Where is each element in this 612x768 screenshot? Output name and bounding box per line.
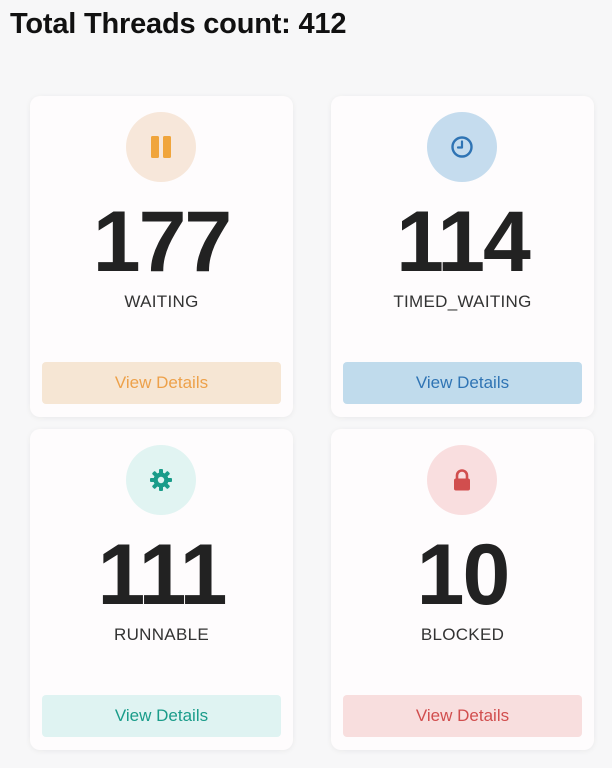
pause-icon [126,112,196,182]
clock-icon [427,112,497,182]
waiting-count: 177 [92,194,233,290]
timed-waiting-label: TIMED_WAITING [393,292,532,311]
runnable-count: 111 [97,527,228,623]
waiting-label: WAITING [124,292,199,311]
blocked-label: BLOCKED [420,625,505,644]
timed-waiting-card: 114 TIMED_WAITING View Details [331,96,594,417]
waiting-card: 177 WAITING View Details [30,96,293,417]
gear-icon [126,445,196,515]
timed-waiting-count: 114 [396,194,531,290]
blocked-view-details-button[interactable]: View Details [343,695,582,737]
runnable-card: 111 RUNNABLE View Details [30,429,293,750]
thread-summary-page: Total Threads count: 412 177 WAITING Vie… [0,0,612,768]
runnable-label: RUNNABLE [114,625,209,644]
blocked-count: 10 [416,527,511,623]
blocked-card: 10 BLOCKED View Details [331,429,594,750]
runnable-view-details-button[interactable]: View Details [42,695,281,737]
timed-waiting-view-details-button[interactable]: View Details [343,362,582,404]
waiting-view-details-button[interactable]: View Details [42,362,281,404]
lock-icon [427,445,497,515]
page-title: Total Threads count: 412 [10,8,347,40]
